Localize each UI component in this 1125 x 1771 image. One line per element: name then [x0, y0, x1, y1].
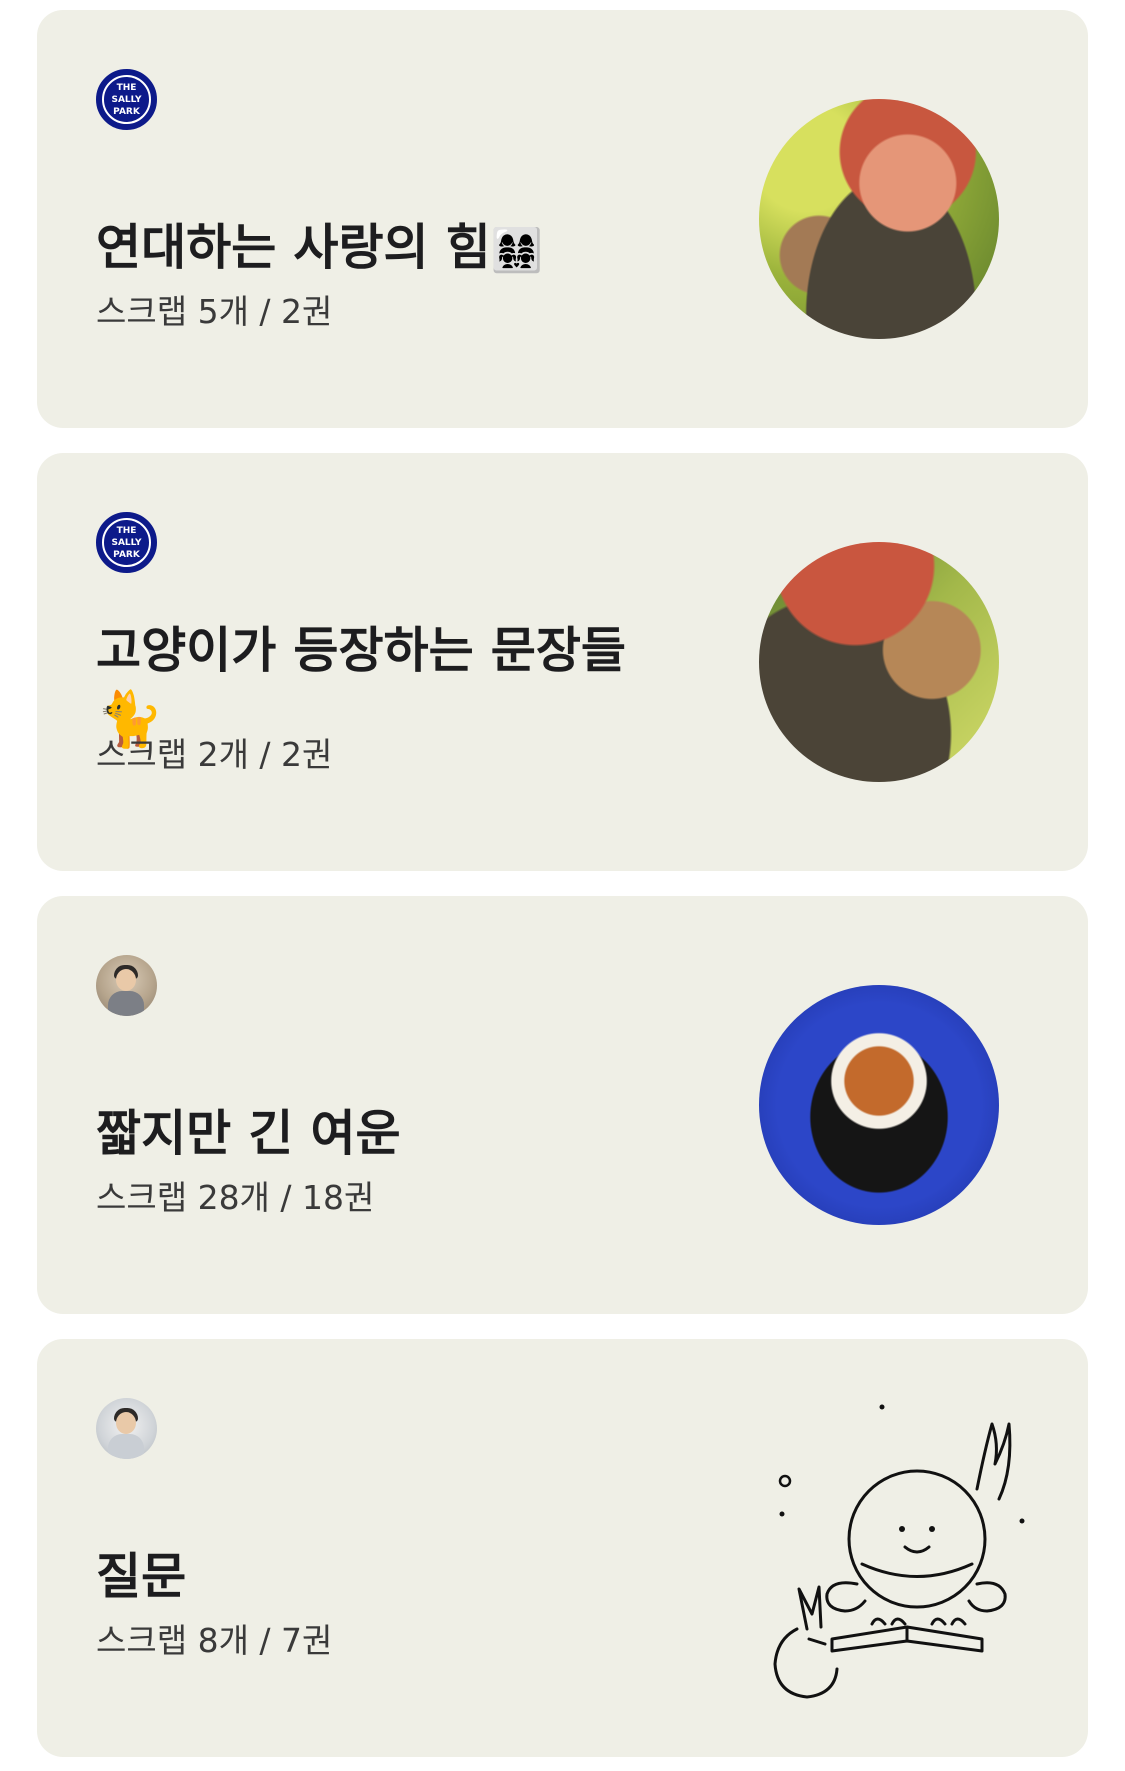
- espresso-cup-photo: [759, 985, 999, 1225]
- avatar-face: [116, 1412, 136, 1434]
- dot-decoration: [1019, 1518, 1025, 1524]
- collection-title: 고양이가 등장하는 문장들 🐈: [96, 618, 696, 753]
- collection-title: 질문: [96, 1544, 696, 1610]
- dot-decoration: [879, 1404, 885, 1410]
- collection-meta: 스크랩 5개 / 2권: [96, 292, 333, 331]
- dot-decoration: [778, 1474, 792, 1488]
- author-avatar-logo: THE SALLY PARK: [96, 69, 157, 130]
- collection-title-text: 짧지만 긴 여운: [96, 1105, 401, 1162]
- logo-text-line: THE: [116, 82, 137, 93]
- collection-title-text: 연대하는 사랑의 힘: [96, 219, 491, 276]
- collection-card[interactable]: 질문 스크랩 8개 / 7권: [37, 1339, 1088, 1757]
- avatar-body: [108, 1434, 144, 1459]
- author-avatar-logo: THE SALLY PARK: [96, 512, 157, 573]
- collection-title: 연대하는 사랑의 힘👩‍👩‍👧‍👧: [96, 215, 696, 284]
- cartoon-reading-illustration: [737, 1389, 1037, 1709]
- eye-dot: [899, 1526, 905, 1532]
- avatar-body: [108, 991, 144, 1016]
- woman-hugging-cat-photo: [759, 542, 999, 782]
- family-emoji-icon: 👩‍👩‍👧‍👧: [490, 225, 544, 275]
- logo-text-line: SALLY: [111, 94, 142, 105]
- eye-dot: [929, 1526, 935, 1532]
- user-avatar-woman: [96, 1398, 157, 1459]
- collection-meta: 스크랩 8개 / 7권: [96, 1621, 333, 1660]
- collection-title: 짧지만 긴 여운: [96, 1101, 696, 1167]
- collection-title-text: 질문: [96, 1548, 187, 1605]
- logo-text-line: PARK: [113, 106, 140, 117]
- collection-title-text: 고양이가 등장하는 문장들: [96, 622, 626, 679]
- collection-card[interactable]: THE SALLY PARK 고양이가 등장하는 문장들 🐈 스크랩 2개 / …: [37, 453, 1088, 871]
- collection-meta: 스크랩 2개 / 2권: [96, 735, 333, 774]
- logo-text-line: SALLY: [111, 537, 142, 548]
- user-avatar-man: [96, 955, 157, 1016]
- collection-card[interactable]: 짧지만 긴 여운 스크랩 28개 / 18권: [37, 896, 1088, 1314]
- collection-card[interactable]: THE SALLY PARK 연대하는 사랑의 힘👩‍👩‍👧‍👧 스크랩 5개 …: [37, 10, 1088, 428]
- logo-text-line: THE: [116, 525, 137, 536]
- woman-with-cat-photo: [759, 99, 999, 339]
- logo-text-line: PARK: [113, 549, 140, 560]
- dot-decoration: [779, 1511, 785, 1517]
- avatar-face: [116, 969, 136, 991]
- collection-meta: 스크랩 28개 / 18권: [96, 1178, 375, 1217]
- cartoon-illustration-svg: [773, 1404, 1025, 1699]
